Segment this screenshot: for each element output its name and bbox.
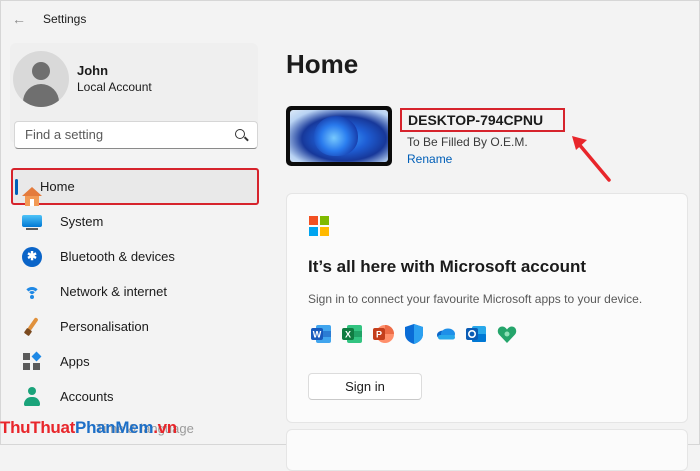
nav-label: Bluetooth & devices — [60, 249, 175, 264]
sign-in-button[interactable]: Sign in — [308, 373, 422, 400]
sidebar: John Local Account Home System ✱ Bluetoo… — [0, 40, 270, 445]
nav-item-accounts[interactable]: Accounts — [12, 379, 258, 414]
excel-icon: X — [341, 323, 363, 345]
nav-item-system[interactable]: System — [12, 204, 258, 239]
red-arrow-annotation — [572, 136, 611, 182]
page-title: Home — [286, 49, 359, 79]
nav-label: Accounts — [60, 389, 114, 404]
search-box[interactable] — [14, 121, 258, 149]
svg-text:P: P — [376, 330, 382, 340]
paintbrush-icon — [22, 316, 42, 337]
account-type: Local Account — [77, 80, 152, 94]
card-description: Sign in to connect your favourite Micros… — [308, 292, 643, 306]
person-icon — [22, 386, 42, 407]
microsoft-account-card: It’s all here with Microsoft account Sig… — [286, 193, 688, 423]
svg-text:W: W — [313, 330, 322, 340]
watermark-logo: ThuThuatPhanMem.vn — [0, 418, 177, 437]
user-name: John — [77, 63, 109, 78]
search-input[interactable] — [23, 126, 232, 143]
title-bar: ← Settings — [0, 0, 700, 40]
svg-text:X: X — [345, 330, 351, 340]
device-wallpaper-thumbnail — [286, 106, 392, 166]
app-title: Settings — [43, 12, 87, 26]
rename-link[interactable]: Rename — [407, 152, 452, 166]
monitor-icon — [22, 212, 42, 232]
nav-label: Personalisation — [60, 319, 149, 334]
microsoft-logo-icon — [309, 216, 329, 236]
nav-label: System — [60, 214, 104, 229]
app-icons-row: W X P — [310, 323, 527, 345]
search-icon[interactable] — [235, 129, 245, 139]
word-icon: W — [310, 323, 332, 345]
nav-item-bluetooth[interactable]: ✱ Bluetooth & devices — [12, 239, 258, 274]
nav-label: Network & internet — [60, 284, 167, 299]
nav-item-home[interactable]: Home — [11, 168, 259, 206]
card-title: It’s all here with Microsoft account — [308, 257, 587, 276]
nav-list: Home System ✱ Bluetooth & devices Networ… — [11, 168, 259, 414]
nav-item-apps[interactable]: Apps — [12, 344, 258, 379]
nav-item-network[interactable]: Network & internet — [12, 274, 258, 309]
onedrive-icon — [434, 323, 456, 345]
avatar — [13, 51, 69, 107]
apps-icon — [22, 351, 42, 372]
family-safety-icon — [496, 323, 518, 345]
defender-icon — [403, 323, 425, 345]
device-name: DESKTOP-794CPNU — [400, 108, 565, 132]
wifi-icon — [22, 282, 42, 302]
next-card-partial — [286, 429, 688, 471]
nav-item-personalisation[interactable]: Personalisation — [12, 309, 258, 344]
powerpoint-icon: P — [372, 323, 394, 345]
outlook-icon — [465, 323, 487, 345]
bluetooth-icon: ✱ — [22, 246, 42, 267]
back-arrow-icon[interactable]: ← — [12, 11, 26, 27]
device-model: To Be Filled By O.E.M. — [407, 135, 528, 149]
nav-label: Home — [40, 179, 75, 194]
nav-label: Apps — [60, 354, 90, 369]
